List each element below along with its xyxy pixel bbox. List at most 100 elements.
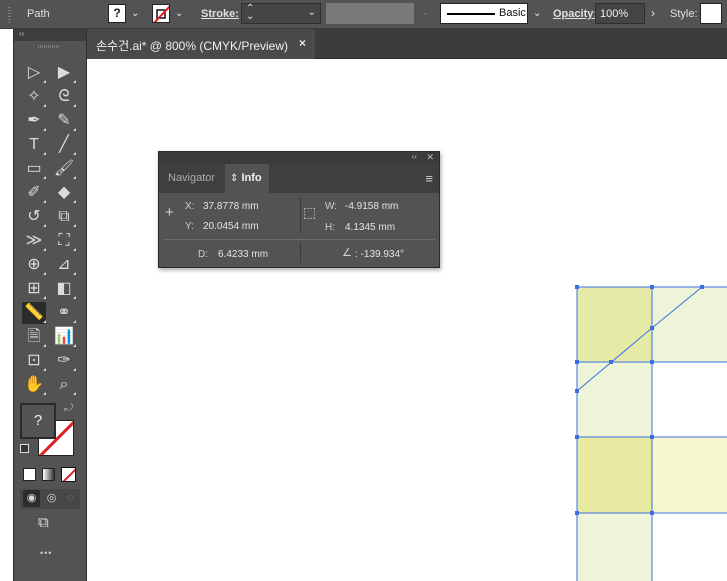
fill-color-box[interactable]: ? [20, 403, 56, 439]
stroke-label[interactable]: Stroke: [201, 8, 239, 20]
stroke-weight-field[interactable]: ⌃ ⌄ ⌄ [241, 3, 321, 24]
close-tab-icon[interactable]: × [299, 36, 306, 50]
cell-yellow-green[interactable] [577, 437, 652, 513]
zoom-icon: ⌕ [59, 376, 69, 393]
opacity-label[interactable]: Opacity: [553, 8, 597, 20]
cell-dark-green[interactable] [577, 287, 652, 362]
line-segment-tool[interactable]: ╱ [52, 134, 76, 156]
stroke-swatch[interactable] [152, 4, 170, 23]
artboard-canvas[interactable] [87, 59, 727, 581]
anchor-point[interactable] [575, 435, 579, 439]
mesh-tool[interactable]: ⊞ [22, 278, 46, 300]
info-panel-titlebar[interactable]: ‹‹ ✕ [159, 152, 439, 164]
panel-menu-icon[interactable]: ≡ [425, 171, 433, 186]
y-value: 20.0454 mm [203, 221, 259, 232]
tool-flyout-indicator-icon [43, 296, 46, 299]
artboard-tool[interactable]: ⊡ [22, 350, 46, 372]
anchor-point[interactable] [575, 389, 579, 393]
gradient-tool[interactable]: ◧ [52, 278, 76, 300]
panel-close-icon[interactable]: ✕ [426, 152, 434, 163]
anchor-point[interactable] [650, 360, 654, 364]
anchor-point[interactable] [609, 360, 613, 364]
anchor-point[interactable] [575, 360, 579, 364]
width-tool[interactable]: ≫ [22, 230, 46, 252]
anchor-point[interactable] [575, 285, 579, 289]
cell-pale-green-2[interactable] [577, 362, 652, 437]
document-tab[interactable]: 손수건.ai* @ 800% (CMYK/Preview) × [87, 29, 315, 59]
anchor-point[interactable] [650, 285, 654, 289]
tab-info[interactable]: ⇕ Info [225, 164, 269, 193]
tab-navigator[interactable]: Navigator [168, 164, 215, 193]
eyedropper-tool[interactable]: ✑ [52, 350, 76, 372]
tool-flyout-indicator-icon [73, 296, 76, 299]
cell-pale-green-3[interactable] [577, 513, 652, 581]
graphic-style-swatch[interactable] [700, 3, 722, 24]
shaper-tool[interactable]: ✐ [22, 182, 46, 204]
draw-normal-icon[interactable]: ◉ [23, 490, 40, 507]
scale-tool[interactable]: ⧉ [52, 206, 76, 228]
default-fill-stroke-icon[interactable] [20, 444, 29, 453]
h-value: 4.1345 mm [345, 222, 396, 233]
blend-tool[interactable]: ⚭ [52, 302, 76, 324]
brush-dropdown-chevron-icon[interactable]: ⌄ [533, 8, 541, 19]
rectangle-icon: ▭ [26, 160, 42, 177]
perspective-grid-tool[interactable]: ⊿ [52, 254, 76, 276]
opacity-field[interactable]: 100% [595, 3, 645, 24]
rotate-tool[interactable]: ↺ [22, 206, 46, 228]
tools-collapse-icon[interactable]: ‹‹ [19, 29, 24, 38]
stroke-dropdown-chevron-icon[interactable]: ⌄ [175, 8, 183, 19]
anchor-point[interactable] [650, 511, 654, 515]
rectangle-tool[interactable]: ▭ [22, 158, 46, 180]
swap-fill-stroke-icon[interactable]: ⤾ [64, 402, 73, 415]
none-mode-button[interactable] [61, 467, 76, 482]
pen-icon: ✒ [27, 112, 41, 129]
tool-flyout-indicator-icon [43, 80, 46, 83]
anchor-point[interactable] [700, 285, 704, 289]
column-graph-tool[interactable]: 📊 [52, 326, 76, 348]
direct-selection-tool[interactable]: ▶ [52, 62, 76, 84]
draw-inside-icon[interactable]: ◌ [62, 490, 79, 507]
eraser-tool[interactable]: ◆ [52, 182, 76, 204]
panel-collapse-icon[interactable]: ‹‹ [412, 152, 417, 161]
change-screen-mode-icon[interactable]: ⧉ [38, 514, 49, 531]
variable-width-chevron-icon[interactable]: ⌄ [421, 7, 429, 18]
zoom-tool[interactable]: ⌕ [52, 374, 76, 396]
anchor-point[interactable] [650, 326, 654, 330]
hand-tool[interactable]: ✋ [22, 374, 46, 396]
free-transform-tool[interactable]: ⛶ [52, 230, 76, 252]
stroke-weight-stepper-icon[interactable]: ⌃ ⌄ [246, 4, 254, 22]
width-icon: ≫ [25, 232, 43, 249]
variable-width-profile[interactable] [326, 3, 414, 24]
cell-white[interactable] [652, 362, 727, 437]
info-panel: ‹‹ ✕ Navigator ⇕ Info ≡ + X: 37.8778 mm … [158, 151, 440, 268]
symbol-sprayer-tool[interactable]: 🗎 [22, 326, 46, 348]
rotate-icon: ↺ [27, 208, 41, 225]
hand-icon: ✋ [24, 376, 44, 393]
selection-tool[interactable]: ▷ [22, 62, 46, 84]
control-bar-grip[interactable] [8, 7, 11, 23]
measure-tool[interactable]: 📏 [22, 302, 46, 324]
shape-builder-tool[interactable]: ⊕ [22, 254, 46, 276]
fill-dropdown-chevron-icon[interactable]: ⌄ [131, 8, 139, 19]
lasso-tool[interactable]: ᘓ [52, 86, 76, 108]
draw-behind-icon[interactable]: ◎ [43, 490, 60, 507]
cell-pale-yellow[interactable] [652, 437, 727, 513]
paintbrush-tool[interactable]: 🖌 [52, 158, 76, 180]
type-tool[interactable]: T [22, 134, 46, 156]
h-label: H: [325, 222, 335, 233]
brush-definition[interactable]: Basic [440, 3, 528, 24]
gradient-mode-button[interactable] [42, 468, 55, 481]
pen-tool[interactable]: ✒ [22, 110, 46, 132]
edit-toolbar-more-icon[interactable]: ••• [40, 548, 52, 558]
curvature-tool[interactable]: ✎ [52, 110, 76, 132]
cell-pale-green-1[interactable] [652, 287, 727, 362]
fill-swatch[interactable]: ? [108, 4, 126, 23]
magic-wand-tool[interactable]: ✧ [22, 86, 46, 108]
stroke-weight-chevron-icon[interactable]: ⌄ [308, 7, 316, 18]
artwork[interactable] [87, 59, 727, 581]
opacity-arrow-icon[interactable]: › [651, 6, 655, 20]
tools-panel-grip[interactable] [38, 45, 60, 48]
color-mode-button[interactable] [23, 468, 36, 481]
anchor-point[interactable] [650, 435, 654, 439]
anchor-point[interactable] [575, 511, 579, 515]
